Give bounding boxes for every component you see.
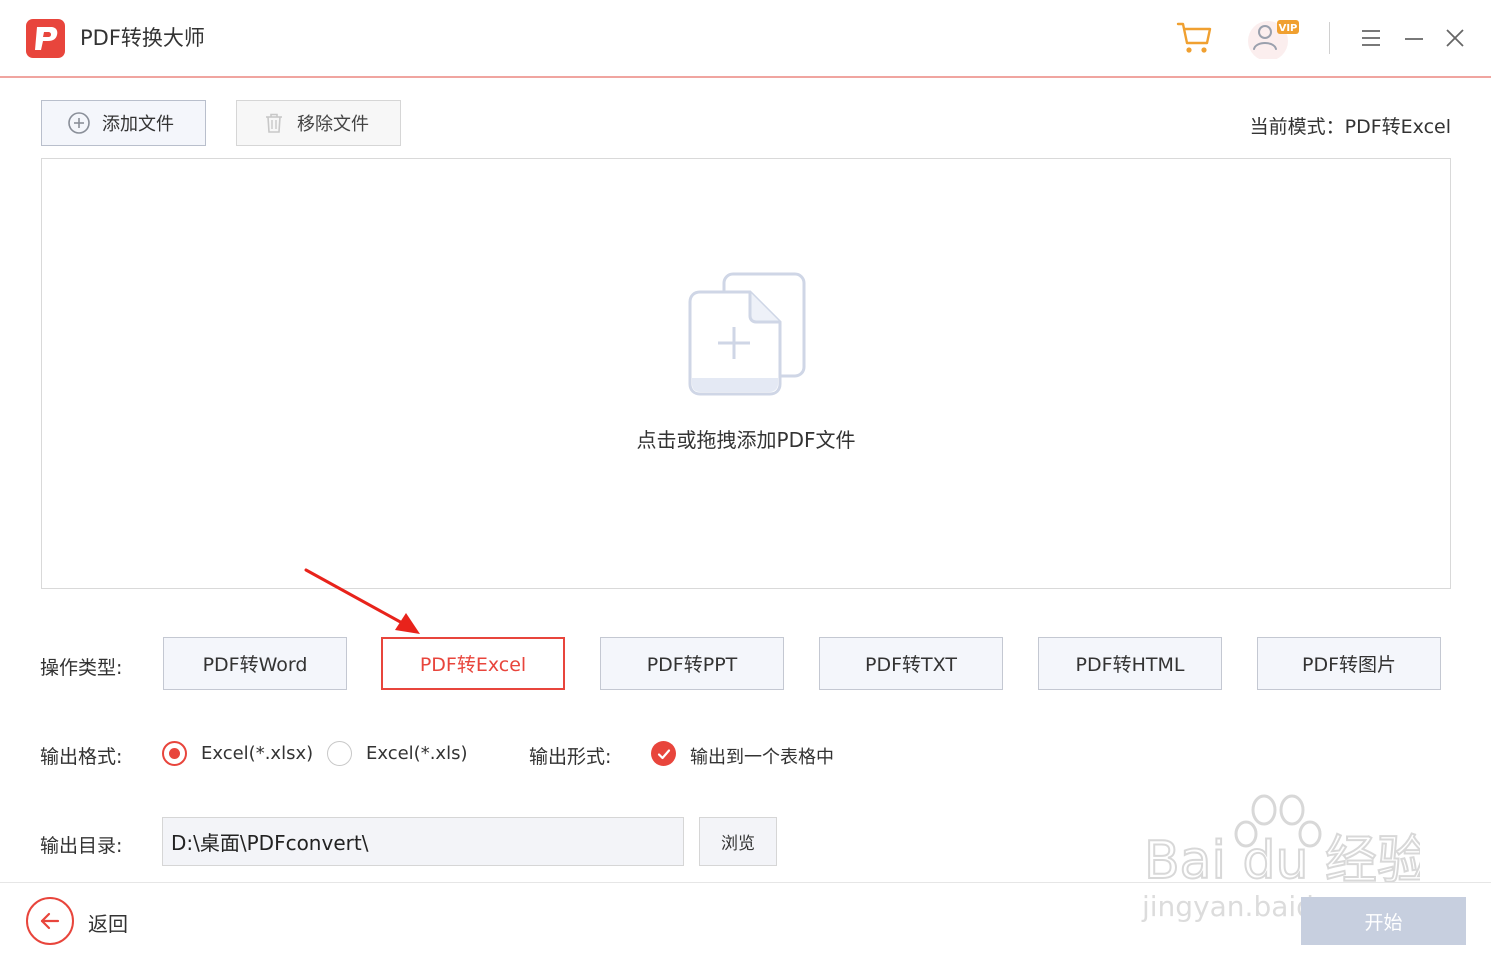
single-sheet-checkbox[interactable] bbox=[651, 741, 676, 766]
back-button[interactable] bbox=[26, 897, 74, 945]
app-title: PDF转换大师 bbox=[80, 26, 205, 50]
user-vip-icon[interactable]: VIP bbox=[1244, 15, 1304, 59]
annotation-arrow bbox=[304, 568, 420, 634]
close-icon[interactable] bbox=[1441, 24, 1469, 52]
op-pdf-to-excel[interactable]: PDF转Excel bbox=[381, 637, 565, 690]
footer-divider bbox=[0, 882, 1491, 883]
current-mode-text: 当前模式：PDF转Excel bbox=[1249, 116, 1451, 138]
radio-xls-label[interactable]: Excel(*.xls) bbox=[366, 743, 467, 764]
plus-circle-icon bbox=[66, 110, 92, 136]
remove-file-button[interactable]: 移除文件 bbox=[236, 100, 401, 146]
title-bar: PDF转换大师 VIP bbox=[0, 0, 1491, 78]
start-button[interactable]: 开始 bbox=[1301, 897, 1466, 945]
output-format-label: 输出格式: bbox=[40, 746, 123, 768]
vip-badge: VIP bbox=[1279, 23, 1298, 34]
single-sheet-label[interactable]: 输出到一个表格中 bbox=[690, 743, 834, 769]
radio-xlsx[interactable] bbox=[162, 741, 187, 766]
op-pdf-to-image[interactable]: PDF转图片 bbox=[1257, 637, 1441, 690]
browse-button[interactable]: 浏览 bbox=[699, 817, 777, 866]
trash-icon bbox=[261, 110, 287, 136]
op-pdf-to-txt[interactable]: PDF转TXT bbox=[819, 637, 1003, 690]
op-pdf-to-html[interactable]: PDF转HTML bbox=[1038, 637, 1222, 690]
menu-icon[interactable] bbox=[1357, 24, 1385, 52]
output-dir-label: 输出目录: bbox=[40, 835, 123, 857]
file-drop-zone[interactable]: 点击或拖拽添加PDF文件 bbox=[41, 158, 1451, 589]
cart-icon[interactable] bbox=[1172, 17, 1216, 57]
minimize-icon[interactable] bbox=[1400, 24, 1428, 52]
output-dir-input[interactable]: D:\桌面\PDFconvert\ bbox=[162, 817, 684, 866]
add-file-button[interactable]: 添加文件 bbox=[41, 100, 206, 146]
radio-xls[interactable] bbox=[327, 741, 352, 766]
check-icon bbox=[657, 748, 670, 759]
add-document-icon bbox=[688, 272, 808, 400]
add-file-label: 添加文件 bbox=[102, 114, 174, 135]
operation-type-label: 操作类型: bbox=[40, 657, 123, 679]
app-logo bbox=[26, 19, 65, 58]
op-pdf-to-word[interactable]: PDF转Word bbox=[163, 637, 347, 690]
drop-hint-text: 点击或拖拽添加PDF文件 bbox=[636, 428, 856, 452]
output-form-label: 输出形式: bbox=[529, 746, 612, 768]
titlebar-divider bbox=[1329, 22, 1330, 54]
back-label[interactable]: 返回 bbox=[88, 908, 128, 937]
remove-file-label: 移除文件 bbox=[297, 114, 369, 135]
radio-xlsx-label[interactable]: Excel(*.xlsx) bbox=[201, 743, 313, 764]
op-pdf-to-ppt[interactable]: PDF转PPT bbox=[600, 637, 784, 690]
arrow-left-icon bbox=[40, 912, 60, 930]
